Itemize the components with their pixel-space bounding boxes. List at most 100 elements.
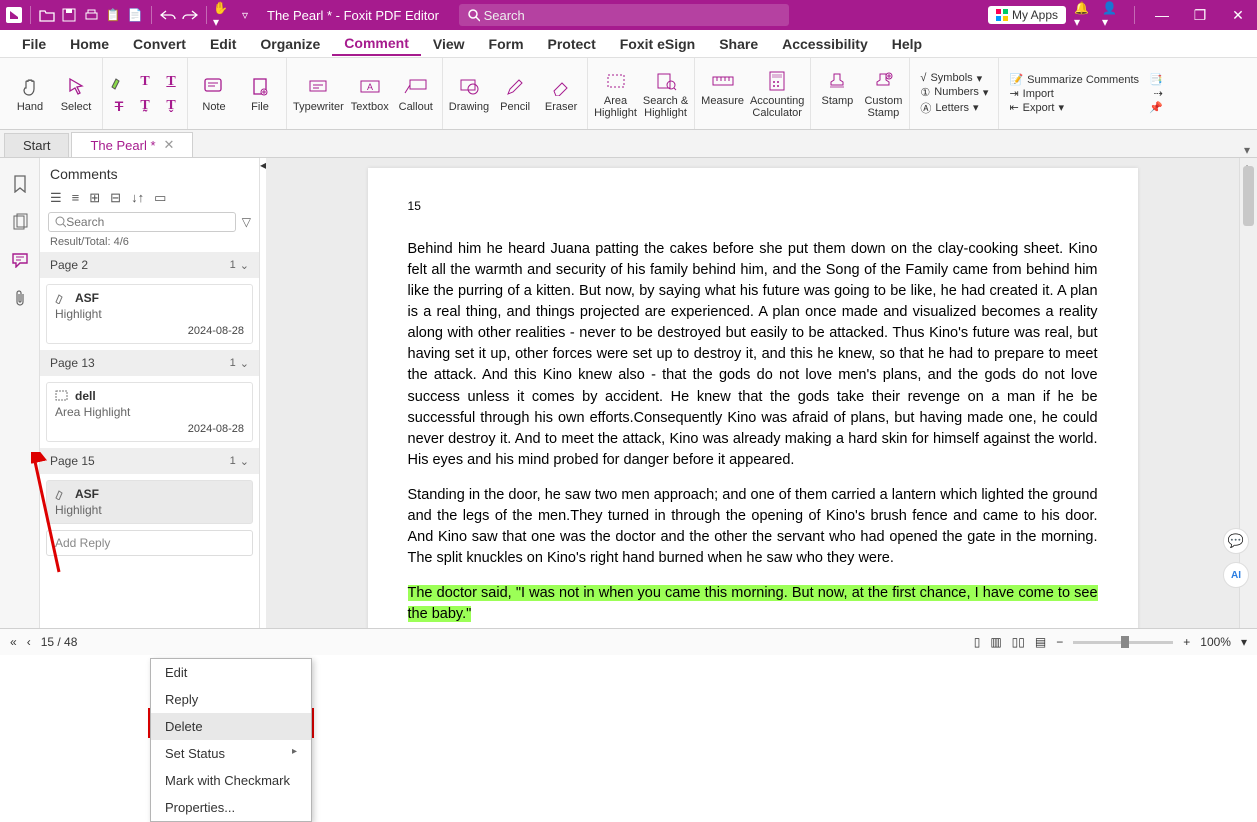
- ctx-reply[interactable]: Reply: [151, 686, 311, 713]
- undo-paste-icon[interactable]: 📋: [103, 5, 123, 25]
- eraser-tool[interactable]: Eraser: [541, 75, 581, 113]
- stamp-tool[interactable]: Stamp: [817, 69, 857, 119]
- ai-float-icon[interactable]: AI: [1223, 562, 1249, 588]
- comment-search[interactable]: [48, 212, 236, 232]
- comments-nav-icon[interactable]: [10, 250, 30, 270]
- accounting-calc-tool[interactable]: Accounting Calculator: [750, 69, 804, 119]
- global-search-input[interactable]: [484, 8, 781, 23]
- menu-file[interactable]: File: [10, 33, 58, 55]
- pencil-tool[interactable]: Pencil: [495, 75, 535, 113]
- bell-icon[interactable]: 🔔▾: [1074, 5, 1094, 25]
- page-indicator[interactable]: 15 / 48: [41, 635, 78, 649]
- ctx-set-status[interactable]: Set Status: [151, 740, 311, 767]
- underline-t-icon[interactable]: T: [161, 72, 181, 92]
- first-page-icon[interactable]: «: [10, 635, 17, 649]
- page-group-header[interactable]: Page 21 ⌄: [40, 252, 259, 278]
- export-button[interactable]: ⇤ Export ▾📌: [1009, 101, 1162, 114]
- comment-card-selected[interactable]: ASF Highlight: [46, 480, 253, 524]
- tabs-expand-icon[interactable]: ▾: [1237, 143, 1257, 157]
- menu-home[interactable]: Home: [58, 33, 121, 55]
- zoom-in-icon[interactable]: +: [1183, 635, 1190, 649]
- letters-menu[interactable]: Ⓐ Letters ▾: [920, 100, 988, 116]
- account-icon[interactable]: 👤▾: [1102, 5, 1122, 25]
- drawing-tool[interactable]: Drawing: [449, 75, 489, 113]
- import-button[interactable]: ⇥ Import⇢: [1009, 87, 1162, 100]
- expand-all-icon[interactable]: ☰: [50, 190, 62, 206]
- collapse-all-icon[interactable]: ≡: [72, 190, 80, 206]
- global-search[interactable]: [459, 4, 789, 26]
- attachments-icon[interactable]: [10, 288, 30, 308]
- menu-view[interactable]: View: [421, 33, 477, 55]
- page-forward-icon[interactable]: 📄: [125, 5, 145, 25]
- comment-card[interactable]: dell Area Highlight 2024-08-28: [46, 382, 253, 442]
- strikeout-icon[interactable]: T: [109, 96, 129, 116]
- page-group-header[interactable]: Page 151 ⌄: [40, 448, 259, 474]
- ctx-properties[interactable]: Properties...: [151, 794, 311, 821]
- menu-share[interactable]: Share: [707, 33, 770, 55]
- measure-tool[interactable]: Measure: [701, 69, 744, 119]
- menu-edit[interactable]: Edit: [198, 33, 248, 55]
- menu-help[interactable]: Help: [880, 33, 934, 55]
- typewriter-tool[interactable]: Typewriter: [293, 75, 344, 113]
- ctx-mark-checkmark[interactable]: Mark with Checkmark: [151, 767, 311, 794]
- close-tab-icon[interactable]: ✕: [164, 137, 175, 153]
- search-highlight-tool[interactable]: Search & Highlight: [643, 69, 688, 119]
- area-highlight-tool[interactable]: Area Highlight: [594, 69, 637, 119]
- squiggly-icon[interactable]: T̰: [135, 96, 155, 116]
- prev-page-icon[interactable]: ‹: [27, 635, 31, 649]
- hand-tool[interactable]: Hand: [10, 75, 50, 113]
- view-bookview-icon[interactable]: ▤: [1035, 635, 1046, 649]
- ctx-delete[interactable]: Delete: [151, 713, 311, 740]
- redo-icon[interactable]: [180, 5, 200, 25]
- callout-tool[interactable]: Callout: [396, 75, 436, 113]
- bookmark-icon[interactable]: [10, 174, 30, 194]
- add-reply-input[interactable]: Add Reply: [46, 530, 253, 556]
- pdf-page[interactable]: 15 Behind him he heard Juana patting the…: [368, 168, 1138, 628]
- menu-protect[interactable]: Protect: [536, 33, 608, 55]
- menu-esign[interactable]: Foxit eSign: [608, 33, 707, 55]
- custom-stamp-tool[interactable]: Custom Stamp: [863, 69, 903, 119]
- caret-icon[interactable]: T̬: [161, 96, 181, 116]
- filter-icon[interactable]: ▽: [242, 215, 251, 229]
- undo-icon[interactable]: [158, 5, 178, 25]
- menu-form[interactable]: Form: [477, 33, 536, 55]
- view-facing-icon[interactable]: ▯▯: [1012, 635, 1025, 649]
- sort-icon[interactable]: ↓↑: [131, 190, 144, 206]
- text-t-icon[interactable]: T: [135, 72, 155, 92]
- tab-start[interactable]: Start: [4, 133, 69, 157]
- view-continuous-icon[interactable]: ▥: [990, 635, 1001, 649]
- qat-more-icon[interactable]: ▿: [235, 5, 255, 25]
- highlight-icon[interactable]: [109, 72, 129, 92]
- chat-float-icon[interactable]: 💬: [1223, 528, 1249, 554]
- note-tool[interactable]: Note: [194, 75, 234, 113]
- my-apps-button[interactable]: My Apps: [988, 6, 1066, 24]
- numbers-menu[interactable]: ① Numbers ▾: [920, 86, 988, 99]
- select-tool[interactable]: Select: [56, 75, 96, 113]
- page-group-header[interactable]: Page 131 ⌄: [40, 350, 259, 376]
- restore-button[interactable]: ❐: [1185, 7, 1215, 24]
- comment-search-input[interactable]: [66, 215, 229, 229]
- menu-accessibility[interactable]: Accessibility: [770, 33, 880, 55]
- options-icon[interactable]: ▭: [154, 190, 166, 206]
- menu-organize[interactable]: Organize: [248, 33, 332, 55]
- save-icon[interactable]: [59, 5, 79, 25]
- prev-comment-icon[interactable]: ⊟: [110, 190, 121, 206]
- menu-convert[interactable]: Convert: [121, 33, 198, 55]
- close-button[interactable]: ✕: [1223, 7, 1253, 24]
- menu-comment[interactable]: Comment: [332, 32, 421, 56]
- symbols-menu[interactable]: √ Symbols ▾: [920, 72, 988, 85]
- pages-icon[interactable]: [10, 212, 30, 232]
- comment-card[interactable]: ASF Highlight 2024-08-28: [46, 284, 253, 344]
- zoom-slider[interactable]: [1073, 641, 1173, 644]
- open-icon[interactable]: [37, 5, 57, 25]
- summarize-comments-button[interactable]: 📝 Summarize Comments 📑: [1009, 73, 1162, 86]
- zoom-dropdown-icon[interactable]: ▾: [1241, 635, 1247, 649]
- scroll-thumb[interactable]: [1243, 166, 1254, 226]
- textbox-tool[interactable]: ATextbox: [350, 75, 390, 113]
- zoom-out-icon[interactable]: −: [1056, 635, 1063, 649]
- view-single-icon[interactable]: ▯: [974, 635, 981, 649]
- file-attach-tool[interactable]: File: [240, 75, 280, 113]
- next-comment-icon[interactable]: ⊞: [89, 190, 100, 206]
- minimize-button[interactable]: —: [1147, 7, 1177, 23]
- tab-document[interactable]: The Pearl *✕: [71, 132, 193, 157]
